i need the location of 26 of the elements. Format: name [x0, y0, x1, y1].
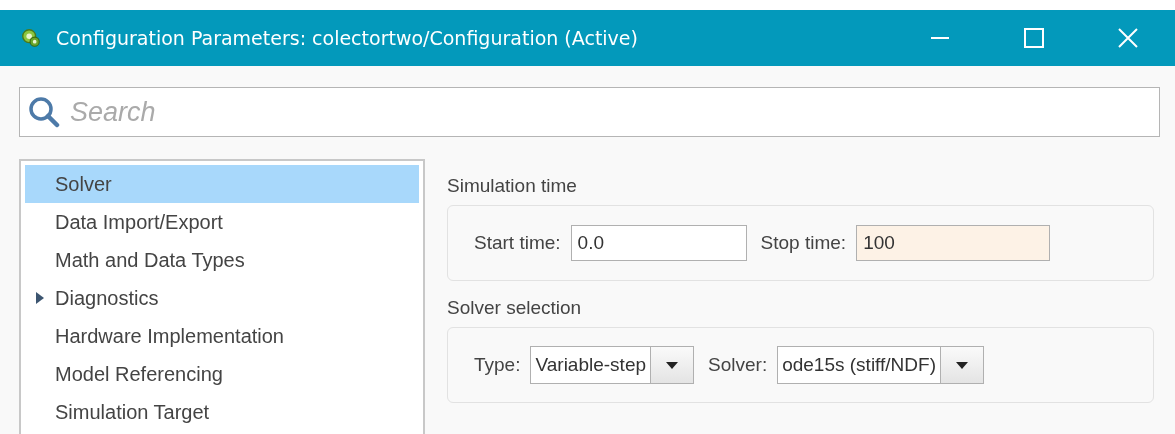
field-label: Start time: — [474, 232, 561, 254]
expand-arrow-icon[interactable] — [35, 292, 45, 304]
field-label: Stop time: — [760, 232, 847, 254]
tree-item[interactable]: Solver — [25, 165, 419, 203]
minimize-icon — [931, 37, 949, 39]
gear-icon — [20, 27, 42, 49]
tree-item[interactable]: Simulation Target — [25, 393, 419, 431]
caret-icon — [956, 361, 968, 369]
text-field[interactable]: 0.0 — [570, 225, 747, 261]
search-field[interactable]: Search — [19, 87, 1160, 137]
caret-icon — [666, 361, 679, 369]
tree-item[interactable]: Math and Data Types — [25, 241, 419, 279]
dropdown[interactable]: ode15s (stiff/NDF) — [777, 346, 984, 384]
section-title: Solver selection — [447, 297, 583, 320]
tree-item[interactable]: Hardware Implementation — [25, 317, 419, 355]
section-title: Simulation time — [447, 175, 578, 198]
close-icon — [1117, 27, 1139, 49]
dropdown[interactable]: Variable-step — [530, 346, 695, 384]
text-field[interactable]: 100 — [856, 225, 1051, 261]
maximize-icon — [1023, 27, 1045, 49]
tree-item[interactable]: Model Referencing — [25, 355, 419, 393]
field-label: Type: — [474, 354, 521, 376]
field-label: Solver: — [708, 354, 768, 376]
tree-item[interactable]: Diagnostics — [25, 279, 419, 317]
window-title: Configuration Parameters: colectortwo/Configuration (Active) — [56, 27, 638, 49]
tree-item[interactable]: Data Import/Export — [25, 203, 419, 241]
